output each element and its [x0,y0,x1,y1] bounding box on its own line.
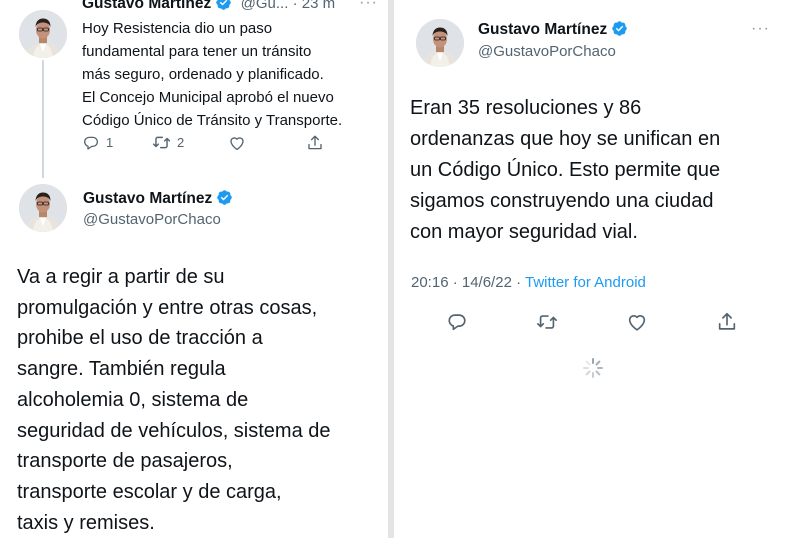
left-thread-panel: Gustavo Martínez @Gu... · 23 m ··· Hoy R… [0,0,388,538]
retweet-icon [152,133,171,152]
tweet-text-line: alcoholemia 0, sistema de [17,388,249,411]
tweet-text-line: Hoy Resistencia dio un paso [82,20,273,37]
share-button[interactable] [716,311,738,333]
like-button[interactable] [626,311,716,333]
tweet-text-line: fundamental para tener un tránsito [82,43,312,60]
tweet-text-line: un Código Único. Esto permite que [410,159,721,181]
thread-connector-line [42,60,44,178]
avatar[interactable] [416,19,464,67]
tweet-1-text: Hoy Resistencia dio un paso fundamental … [82,17,382,132]
author-name[interactable]: Gustavo Martínez [83,190,212,207]
tweet-text-line: sangre. También regula [17,358,226,381]
avatar[interactable] [19,10,67,58]
tweet-text-line: sigamos construyendo una ciudad [410,190,714,212]
avatar[interactable] [19,184,67,232]
reply-button[interactable] [446,311,536,333]
like-icon [626,311,648,333]
tweet-text-line: transporte escolar y de carga, [17,480,282,503]
verified-badge-icon [611,20,628,37]
share-icon [716,311,738,333]
tweet-1-header: Gustavo Martínez @Gu... · 23 m [82,0,335,13]
like-icon [228,134,246,152]
tweet-3-actions [446,311,738,333]
tweet-timestamp[interactable]: 20:16 · 14/6/22 · [411,274,525,291]
tweet-text-line: ordenanzas que hoy se unifican en [410,128,721,150]
author-name[interactable]: Gustavo Martínez [478,21,607,38]
more-options-button[interactable]: ··· [751,20,770,38]
tweet-text-line: con mayor seguridad vial. [410,221,638,243]
tweet-source-link[interactable]: Twitter for Android [525,274,646,291]
loading-spinner-icon [583,358,603,378]
author-handle[interactable]: @GustavoPorChaco [83,211,221,228]
tweet-text-line: Eran 35 resoluciones y 86 [410,97,642,119]
share-button[interactable] [306,134,324,152]
retweet-button[interactable]: 2 [152,133,228,152]
tweet-text-line: taxis y remises. [17,511,155,534]
reply-icon [82,134,100,152]
tweet-3-header: Gustavo Martínez [478,20,628,39]
reply-icon [446,311,468,333]
right-tweet-panel: Gustavo Martínez @GustavoPorChaco ··· Er… [394,0,790,538]
tweet-1-actions: 1 2 [82,133,324,152]
verified-badge-icon [216,189,233,206]
tweet-text-line: promulgación y entre otras cosas, [17,296,318,319]
tweet-2-header: Gustavo Martínez [83,189,233,208]
retweet-icon [536,311,558,333]
author-handle-time[interactable]: @Gu... · 23 m [241,0,335,12]
tweet-3-text: Eran 35 resoluciones y 86 ordenanzas que… [410,93,786,248]
tweet-text-line: más seguro, ordenado y planificado. [82,66,324,83]
reply-count: 1 [106,135,114,150]
reply-button[interactable]: 1 [82,134,152,152]
author-name[interactable]: Gustavo Martínez [82,0,211,12]
more-options-button[interactable]: ··· [359,0,378,12]
like-button[interactable] [228,134,306,152]
tweet-text-line: transporte de pasajeros, [17,450,233,473]
tweet-2-text: Va a regir a partir de su promulgación y… [17,262,387,538]
verified-badge-icon [215,0,232,11]
retweet-button[interactable] [536,311,626,333]
tweet-metadata: 20:16 · 14/6/22 · Twitter for Android [411,274,646,291]
tweet-text-line: seguridad de vehículos, sistema de [17,419,331,442]
tweet-text-line: prohibe el uso de tracción a [17,327,263,350]
retweet-count: 2 [177,135,185,150]
author-handle[interactable]: @GustavoPorChaco [478,43,616,60]
tweet-text-line: Código Único de Tránsito y Transporte. [82,112,343,129]
share-icon [306,134,324,152]
tweet-text-line: El Concejo Municipal aprobó el nuevo [82,89,334,106]
tweet-text-line: Va a regir a partir de su [17,266,225,288]
